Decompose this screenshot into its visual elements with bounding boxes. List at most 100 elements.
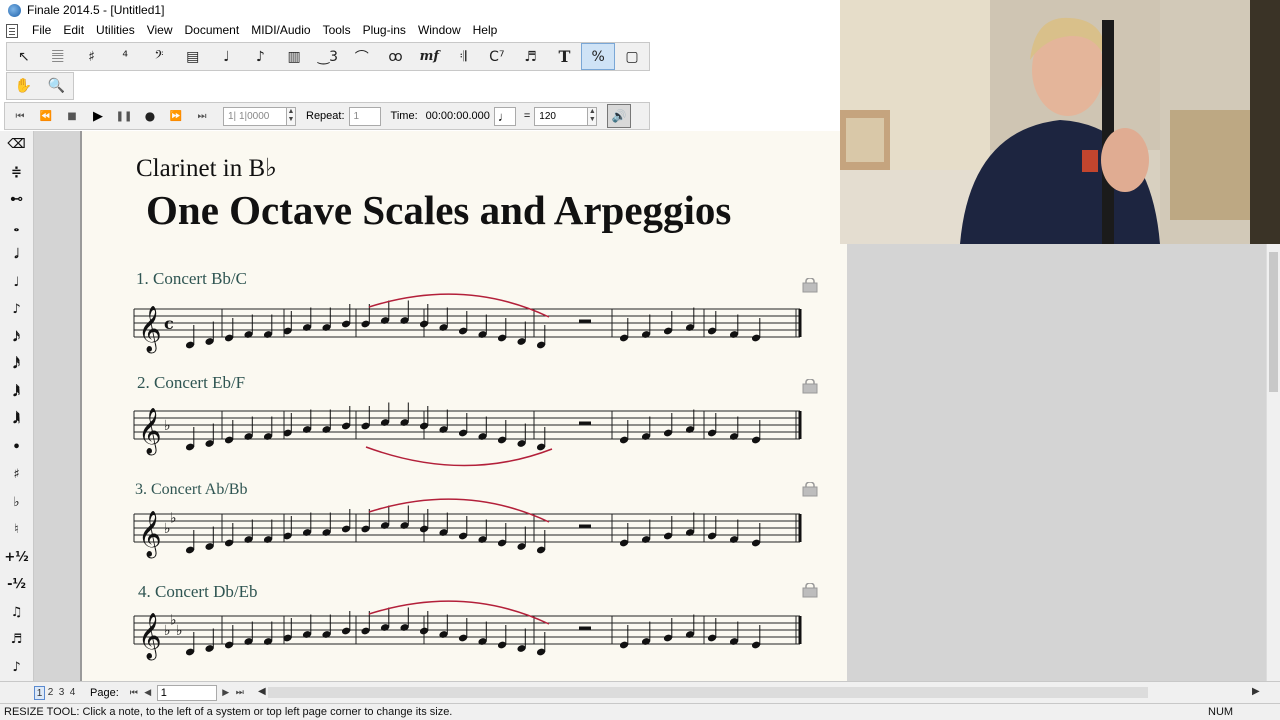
horizontal-scrollbar[interactable]: ◀ ▶ xyxy=(258,685,1260,700)
menu-window[interactable]: Window xyxy=(412,20,467,41)
score-instrument-heading[interactable]: Clarinet in B♭ xyxy=(136,153,277,183)
music-staff-system-2[interactable]: 𝄞 ♭ xyxy=(133,393,804,467)
menu-utilities[interactable]: Utilities xyxy=(90,20,141,41)
horizontal-scrollbar-thumb[interactable] xyxy=(268,687,1148,698)
resize-tool-icon[interactable]: % xyxy=(581,43,616,70)
tuplet-icon[interactable]: ♬ xyxy=(2,626,32,654)
rewind-to-start-icon[interactable]: ⏮ xyxy=(9,105,31,127)
menu-midi-audio[interactable]: MIDI/Audio xyxy=(245,20,316,41)
page-navigation-bar: 1 2 3 4 Page: ⏮ ◀ 1 ▶ ⏭ ◀ ▶ xyxy=(0,681,1280,703)
previous-page-icon[interactable]: ◀ xyxy=(141,686,155,700)
score-page[interactable]: Clarinet in B♭ One Octave Scales and Arp… xyxy=(82,131,847,681)
measure-spinner[interactable]: ▲ ▼ xyxy=(286,106,296,126)
lock-icon[interactable] xyxy=(802,583,818,598)
thirty-second-note-icon[interactable]: 𝅘𝅥𝅰 xyxy=(2,351,32,379)
tie-icon[interactable]: ♫ xyxy=(2,599,32,627)
text-tool-icon[interactable]: T xyxy=(548,43,582,70)
system-1-label[interactable]: 1. Concert Bb/C xyxy=(136,269,247,289)
menu-help[interactable]: Help xyxy=(467,20,504,41)
tempo-beat-unit-icon[interactable]: ♩ xyxy=(493,106,516,126)
music-staff-system-1[interactable]: 𝄞 c xyxy=(133,291,804,354)
sharp-icon[interactable]: ♯ xyxy=(2,461,32,489)
tuplet-tool-icon[interactable]: ‿3 xyxy=(311,43,345,70)
menu-tools[interactable]: Tools xyxy=(317,20,357,41)
half-step-down-icon[interactable]: -½ xyxy=(2,571,32,599)
key-signature-flat: ♭ xyxy=(170,511,177,527)
half-rest xyxy=(579,524,591,528)
flat-icon[interactable]: ♭ xyxy=(2,489,32,517)
simple-entry-tool-icon[interactable]: ♩ xyxy=(210,43,244,70)
music-staff-system-4[interactable]: 𝄞 ♭♭♭ xyxy=(133,598,804,661)
sixteenth-note-icon[interactable]: 𝅘𝅥𝅯 xyxy=(2,324,32,352)
tempo-field[interactable]: 120 xyxy=(534,106,589,126)
vertical-scrollbar[interactable] xyxy=(1266,244,1280,681)
eighth-note-icon[interactable]: ♪ xyxy=(2,296,32,324)
repeat-select[interactable]: 1 xyxy=(348,106,381,126)
score-title[interactable]: One Octave Scales and Arpeggios xyxy=(146,186,731,234)
lyrics-tool-icon[interactable]: ♬ xyxy=(514,43,548,70)
dot-icon[interactable]: • xyxy=(2,434,32,462)
vertical-scrollbar-thumb[interactable] xyxy=(1269,252,1278,392)
natural-icon[interactable]: ♮ xyxy=(2,516,32,544)
rewind-icon[interactable]: ⏪ xyxy=(35,105,57,127)
zoom-tool-icon[interactable]: 🔍 xyxy=(40,73,73,99)
sixty-fourth-note-icon[interactable]: 𝅘𝅥𝅱 xyxy=(2,379,32,407)
menu-document[interactable]: Document xyxy=(179,20,246,41)
grace-note-icon[interactable]: ♪ xyxy=(2,654,32,682)
measure-counter-field[interactable]: 1| 1|0000 xyxy=(223,106,287,126)
stop-icon[interactable]: ■ xyxy=(61,105,83,127)
tempo-spinner[interactable]: ▲ ▼ xyxy=(587,106,598,126)
play-icon[interactable]: ▶ xyxy=(87,105,109,127)
lock-icon[interactable] xyxy=(802,278,818,293)
music-staff-system-3[interactable]: 𝄞 ♭♭ xyxy=(133,496,804,559)
menu-edit[interactable]: Edit xyxy=(57,20,90,41)
selection-tool-icon[interactable]: ↖ xyxy=(7,43,41,70)
repeat-label: Repeat: xyxy=(306,110,345,122)
page-layout-tool-icon[interactable]: ▢ xyxy=(615,43,649,70)
lock-icon[interactable] xyxy=(802,379,818,394)
menu-plug-ins[interactable]: Plug-ins xyxy=(357,20,412,41)
clef-tool-icon[interactable]: 𝄢 xyxy=(142,43,176,70)
system-2-label[interactable]: 2. Concert Eb/F xyxy=(137,373,245,393)
scroll-left-icon[interactable]: ◀ xyxy=(258,686,266,697)
measure-tool-icon[interactable]: ▤ xyxy=(176,43,210,70)
menu-file[interactable]: File xyxy=(26,20,57,41)
ledger-icon[interactable]: ≑ xyxy=(2,159,32,187)
quarter-note-icon[interactable]: ♩ xyxy=(2,269,32,297)
half-step-up-icon[interactable]: +½ xyxy=(2,544,32,572)
half-note-icon[interactable]: 𝅗𝅥 xyxy=(2,241,32,269)
fast-forward-to-end-icon[interactable]: ⏭ xyxy=(191,105,213,127)
eraser-icon[interactable]: ⌫ xyxy=(2,131,32,159)
page-tab-1[interactable]: 1 xyxy=(34,685,45,700)
page-number-field[interactable]: 1 xyxy=(156,684,217,701)
page-tab-3[interactable]: 3 xyxy=(56,686,67,700)
menu-view[interactable]: View xyxy=(141,20,179,41)
pause-icon[interactable]: ❚❚ xyxy=(113,105,135,127)
document-icon[interactable] xyxy=(6,23,18,38)
lock-icon[interactable] xyxy=(802,482,818,497)
expression-tool-icon[interactable]: mf xyxy=(412,43,446,70)
whole-note-icon[interactable]: 𝅝 xyxy=(2,214,32,242)
page-tab-2[interactable]: 2 xyxy=(45,686,56,700)
smart-shape-tool-icon[interactable]: ⌒ xyxy=(345,43,379,70)
playback-settings-icon[interactable]: 🔊 xyxy=(607,104,632,128)
time-signature-tool-icon[interactable]: ⁴ xyxy=(108,43,142,70)
key-signature-tool-icon[interactable]: ♯ xyxy=(75,43,109,70)
fast-forward-icon[interactable]: ⏩ xyxy=(165,105,187,127)
repeat-tool-icon[interactable]: 𝄇 xyxy=(446,43,480,70)
menu-bar: File Edit Utilities View Document MIDI/Audio T… xyxy=(0,20,840,41)
chord-tool-icon[interactable]: C⁷ xyxy=(480,43,514,70)
hundred-twenty-eighth-note-icon[interactable]: 𝅘𝅥𝅲 xyxy=(2,406,32,434)
staff-tool-icon[interactable]: 𝄚 xyxy=(41,43,75,70)
scroll-right-icon[interactable]: ▶ xyxy=(1252,686,1260,697)
last-page-icon[interactable]: ⏭ xyxy=(233,686,247,700)
first-page-icon[interactable]: ⏮ xyxy=(127,686,141,700)
page-tab-4[interactable]: 4 xyxy=(67,686,78,700)
dynamics-icon[interactable]: ⊷ xyxy=(2,186,32,214)
hand-grabber-tool-icon[interactable]: ✋ xyxy=(7,73,40,99)
next-page-icon[interactable]: ▶ xyxy=(219,686,233,700)
record-icon[interactable]: ● xyxy=(139,105,161,127)
speedy-entry-tool-icon[interactable]: ♪ xyxy=(243,43,277,70)
articulation-tool-icon[interactable]: ꝏ xyxy=(379,43,413,70)
layer-tool-icon[interactable]: ▥ xyxy=(277,43,311,70)
